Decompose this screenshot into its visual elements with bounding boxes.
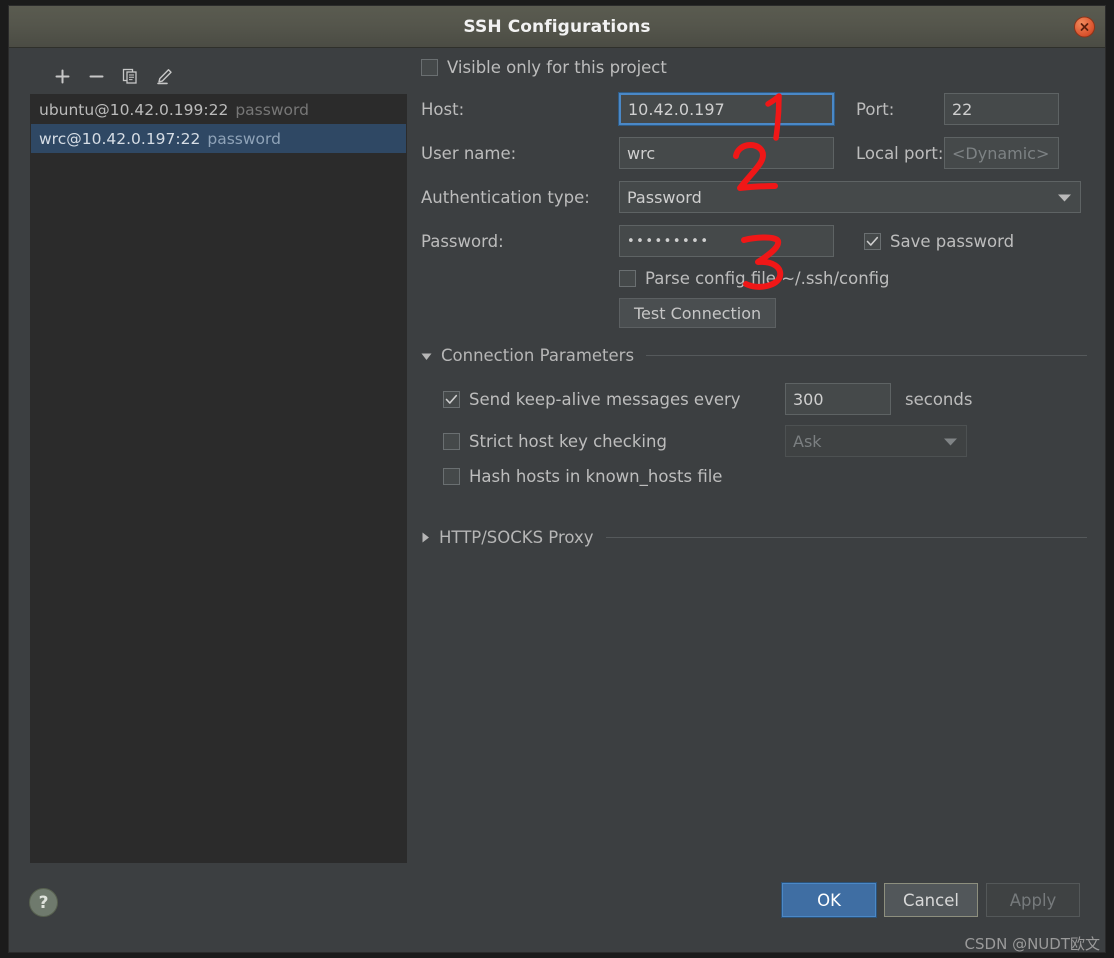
proxy-section-title: HTTP/SOCKS Proxy [439,528,594,547]
keepalive-checkbox[interactable]: Send keep-alive messages every [443,390,773,409]
visible-only-label: Visible only for this project [447,58,667,77]
hash-hosts-label: Hash hosts in known_hosts file [469,467,723,486]
save-password-label: Save password [890,231,1015,251]
chevron-down-icon [1057,188,1072,207]
local-port-input[interactable] [944,137,1059,169]
copy-configuration-button[interactable] [115,63,145,89]
proxy-section-header[interactable]: HTTP/SOCKS Proxy [421,528,1087,547]
cancel-button[interactable]: Cancel [884,883,978,917]
ok-button[interactable]: OK [782,883,876,917]
strict-host-label: Strict host key checking [469,431,667,451]
parse-config-label: Parse config file ~/.ssh/config [645,269,890,288]
host-input[interactable] [619,93,834,125]
username-input[interactable] [619,137,834,169]
auth-type-label: Authentication type: [421,187,590,207]
host-label: Host: [421,99,465,119]
seconds-label: seconds [905,389,973,409]
section-divider [646,355,1087,356]
action-buttons: OK Cancel Apply [782,883,1080,917]
config-auth: password [207,129,281,148]
checkbox-box [443,390,460,408]
chevron-down-icon [943,432,958,451]
strict-host-checkbox[interactable]: Strict host key checking [443,432,773,451]
help-button[interactable]: ? [29,888,58,917]
config-auth: password [235,100,309,119]
apply-button: Apply [986,883,1080,917]
configuration-form: Visible only for this project Host: Port… [421,58,1087,547]
list-item[interactable]: wrc@10.42.0.197:22 password [31,124,406,153]
remove-configuration-button[interactable] [81,63,111,89]
configurations-panel: ubuntu@10.42.0.199:22 password wrc@10.42… [23,58,407,863]
connection-parameters-section-header[interactable]: Connection Parameters [421,346,1087,365]
test-connection-button[interactable]: Test Connection [619,298,777,328]
keepalive-interval-input[interactable] [785,383,891,415]
ssh-configurations-dialog: SSH Configurations ubuntu@10.42.0.199:22… [8,5,1106,953]
list-item[interactable]: ubuntu@10.42.0.199:22 password [31,95,406,124]
port-label: Port: [856,99,895,119]
checkbox-box [864,232,881,250]
auth-type-value: Password [627,187,702,207]
checkbox-box [421,59,438,76]
page-title: SSH Configurations [463,16,651,37]
title-bar: SSH Configurations [9,6,1105,48]
keepalive-label: Send keep-alive messages every [469,389,741,409]
password-input[interactable] [619,225,834,257]
port-input[interactable] [944,93,1059,125]
save-password-checkbox[interactable]: Save password [864,232,1014,251]
auth-type-select[interactable]: Password [619,181,1081,213]
username-label: User name: [421,143,517,163]
add-configuration-button[interactable] [47,63,77,89]
list-toolbar [23,58,407,94]
dialog-footer: ? OK Cancel Apply [9,870,1105,952]
visible-only-checkbox[interactable]: Visible only for this project [421,58,667,77]
strict-host-select[interactable]: Ask [785,425,967,457]
parse-config-checkbox[interactable]: Parse config file ~/.ssh/config [619,269,890,288]
config-name: ubuntu@10.42.0.199:22 [39,100,229,119]
strict-host-value: Ask [793,431,822,451]
triangle-right-icon [421,528,430,547]
checkbox-box [443,468,460,485]
dialog-body: ubuntu@10.42.0.199:22 password wrc@10.42… [9,48,1105,952]
local-port-label: Local port: [856,143,944,163]
checkbox-box [443,432,460,450]
password-label: Password: [421,231,504,251]
hash-hosts-checkbox[interactable]: Hash hosts in known_hosts file [443,467,722,486]
triangle-down-icon [421,346,432,365]
checkbox-box [619,270,636,287]
section-divider [605,537,1087,538]
configurations-list[interactable]: ubuntu@10.42.0.199:22 password wrc@10.42… [30,94,407,863]
connection-parameters-title: Connection Parameters [441,346,635,365]
close-icon[interactable] [1074,16,1095,37]
edit-configuration-button[interactable] [149,63,179,89]
config-name: wrc@10.42.0.197:22 [39,129,201,148]
